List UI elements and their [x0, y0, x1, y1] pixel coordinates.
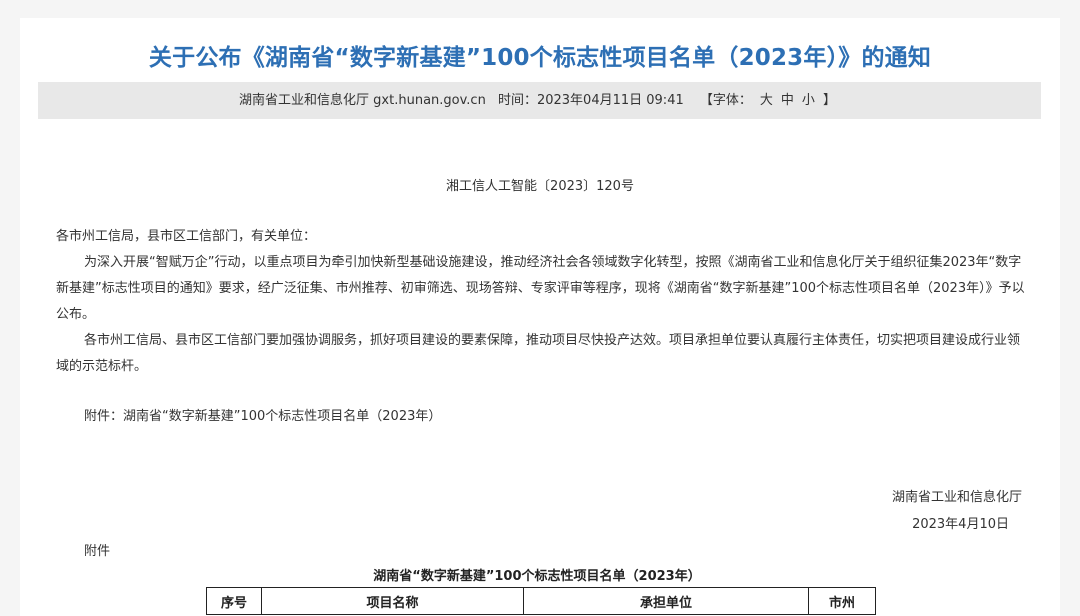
table-header-row: 序号 项目名称 承担单位 市州: [206, 587, 876, 615]
publish-time: 时间：2023年04月11日 09:41: [497, 93, 684, 108]
article-body: 各市州工信局，县市区工信部门，有关单位： 为深入开展“智赋万企”行动，以重点项目…: [56, 224, 1026, 380]
font-size-medium-link[interactable]: 中: [781, 93, 794, 108]
signature-date: 2023年4月10日: [912, 517, 1009, 532]
document-number: 湘工信人工智能〔2023〕120号: [446, 179, 634, 194]
font-size-close-bracket: 】: [822, 93, 836, 108]
body-paragraph-2: 各市州工信局、县市区工信部门要加强协调服务，抓好项目建设的要素保障，推动项目尽快…: [56, 333, 1021, 374]
salutation: 各市州工信局，县市区工信部门，有关单位：: [56, 229, 317, 244]
body-paragraph-1: 为深入开展“智赋万企”行动，以重点项目为牵引加快新型基础设施建设，推动经济社会各…: [56, 255, 1025, 322]
signature-block: 湖南省工业和信息化厅 2023年4月10日: [892, 484, 1022, 538]
font-size-control: 【字体： 大中小】: [696, 93, 840, 108]
column-header-index: 序号: [206, 587, 262, 615]
project-list-title: 湖南省“数字新基建”100个标志性项目名单（2023年）: [373, 569, 701, 584]
column-header-project-name: 项目名称: [261, 587, 524, 615]
font-size-label: 【字体：: [699, 93, 752, 108]
attachment-label: 附件: [84, 544, 111, 559]
font-size-small-link[interactable]: 小: [802, 93, 815, 108]
article-page: 关于公布《湖南省“数字新基建”100个标志性项目名单（2023年）》的通知 湖南…: [20, 18, 1060, 616]
attachment-reference: 附件：湖南省“数字新基建”100个标志性项目名单（2023年）: [84, 409, 442, 424]
article-meta-bar: 湖南省工业和信息化厅 gxt.hunan.gov.cn 时间：2023年04月1…: [38, 82, 1041, 119]
font-size-large-link[interactable]: 大: [760, 93, 773, 108]
signature-organization: 湖南省工业和信息化厅: [891, 490, 1022, 505]
column-header-city: 市州: [808, 587, 876, 615]
column-header-organization: 承担单位: [523, 587, 809, 615]
source-site: 湖南省工业和信息化厅 gxt.hunan.gov.cn: [239, 93, 486, 108]
project-list-table: 序号 项目名称 承担单位 市州: [206, 587, 876, 615]
article-title: 关于公布《湖南省“数字新基建”100个标志性项目名单（2023年）》的通知: [148, 45, 932, 71]
